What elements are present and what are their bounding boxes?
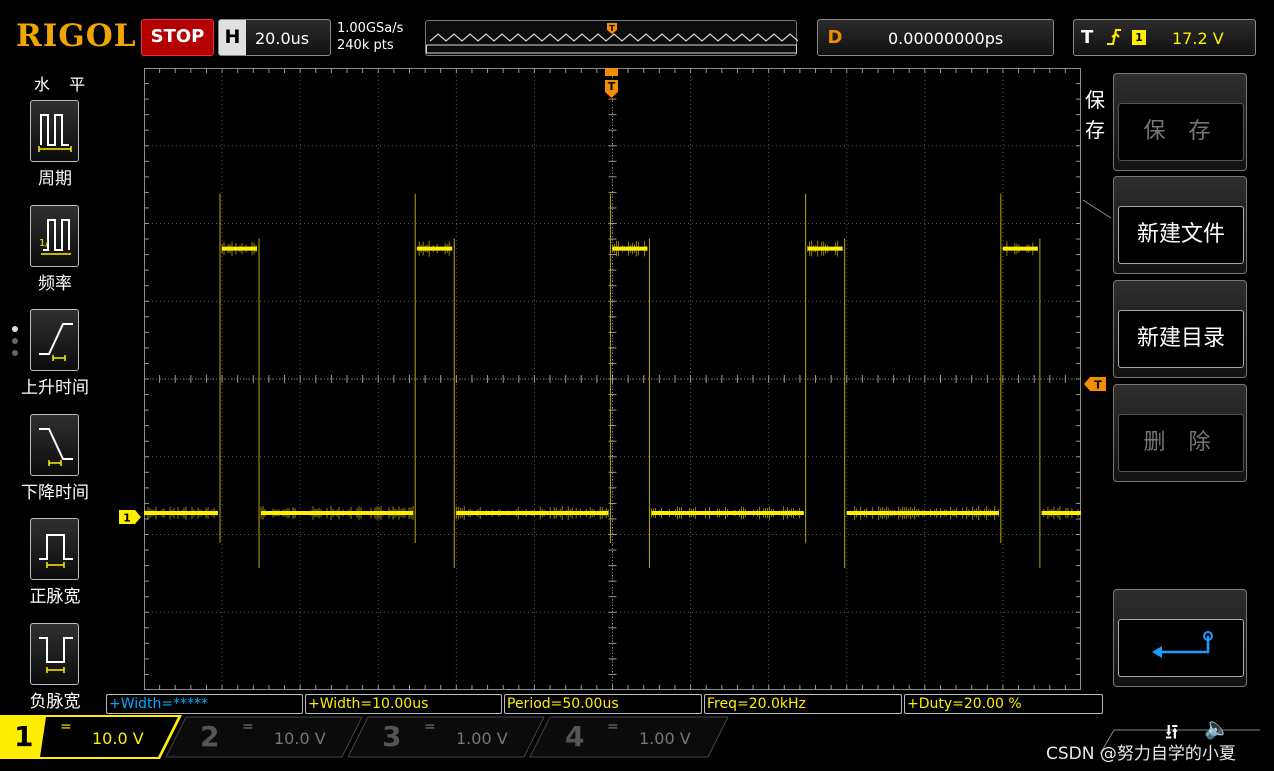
delete-label: 删 除 — [1118, 414, 1244, 472]
channel-3-scale: 1.00 V — [456, 729, 508, 748]
channel-4-scale: 1.00 V — [639, 729, 691, 748]
horizontal-measure-menu: 水 平 周期 1/ 频率 上升时间 下降时间 正脉宽 负脉宽 — [0, 68, 106, 714]
channel-3-coupling: = — [424, 719, 436, 735]
measure-rise-time-label: 上升时间 — [21, 378, 89, 398]
measurement-item[interactable]: +Duty=20.00 % — [904, 694, 1103, 714]
timebase-value: 20.0us — [255, 29, 310, 48]
top-status-bar: RIGOL STOP H 20.0us 1.00GSa/s 240k pts T… — [0, 0, 1274, 68]
menu-tab-fold — [1083, 199, 1112, 219]
save-button-label: 保 存 — [1118, 103, 1244, 161]
return-button[interactable] — [1113, 589, 1247, 687]
channel-3-tab[interactable]: 3 = 1.00 V — [372, 716, 542, 756]
channel-4-number: 4 — [565, 720, 585, 753]
channel-1-offset-marker[interactable]: 1 — [119, 509, 143, 525]
speaker-icon: 🔈 — [1204, 716, 1231, 740]
measurement-item[interactable]: Period=50.00us — [504, 694, 702, 714]
measure-negative-width[interactable]: 负脉宽 — [18, 623, 98, 723]
trigger-settings[interactable]: T 1 17.2 V — [1073, 19, 1256, 56]
svg-text:T: T — [608, 80, 616, 93]
menu-page-indicator — [12, 326, 20, 362]
negative-width-icon — [30, 623, 79, 685]
graticule: T — [143, 67, 1081, 691]
measure-fall-time[interactable]: 下降时间 — [18, 414, 98, 514]
trigger-position-icon[interactable]: T — [605, 68, 618, 98]
svg-text:1: 1 — [123, 512, 131, 525]
channel-1-tab[interactable]: 1 = 10.0 V — [0, 716, 180, 756]
channel-2-number: 2 — [200, 720, 220, 753]
graticule-grid — [143, 67, 1081, 691]
measurement-item[interactable]: +Width=10.00us — [305, 694, 502, 714]
delay-offset[interactable]: D 0.00000000ps — [817, 19, 1054, 56]
channel-1-number: 1 — [14, 720, 34, 753]
channel-1-scale: 10.0 V — [92, 729, 144, 748]
measure-rise-time[interactable]: 上升时间 — [18, 309, 98, 409]
measure-period-label: 周期 — [38, 169, 72, 189]
channel-3-number: 3 — [382, 720, 402, 753]
delete-button: 删 除 — [1113, 384, 1247, 482]
save-button: 保 存 — [1113, 73, 1247, 171]
channel-2-coupling: = — [242, 719, 254, 735]
menu-title: 水 平 — [34, 75, 93, 94]
measure-positive-width[interactable]: 正脉宽 — [18, 518, 98, 618]
channel-2-scale: 10.0 V — [274, 729, 326, 748]
measure-period[interactable]: 周期 — [18, 100, 98, 200]
period-icon — [30, 100, 79, 162]
measurement-item[interactable]: Freq=20.0kHz — [704, 694, 902, 714]
watermark: CSDN @努力自学的小夏 — [1046, 744, 1236, 764]
rising-edge-icon — [1105, 20, 1123, 68]
fall-time-icon — [30, 414, 79, 476]
run-stop-indicator[interactable]: STOP — [141, 19, 214, 56]
return-arrow-icon — [1118, 619, 1244, 677]
measure-positive-width-label: 正脉宽 — [29, 587, 81, 607]
memory-trigger-icon: T — [607, 23, 617, 34]
acquisition-info: 1.00GSa/s 240k pts — [337, 20, 403, 54]
delay-key: D — [827, 27, 843, 48]
channel-4-coupling: = — [607, 719, 619, 735]
trigger-source: 1 — [1132, 30, 1146, 45]
measurement-item[interactable]: +Width=***** — [106, 694, 303, 714]
new-file-button[interactable]: 新建文件 — [1113, 176, 1247, 274]
positive-width-icon — [30, 518, 79, 580]
measure-frequency[interactable]: 1/ 频率 — [18, 205, 98, 305]
memory-overview: T — [425, 20, 799, 56]
channel-bar: 1 = 10.0 V 2 = 10.0 V 3 = 1.00 V 4 = 1.0… — [0, 714, 1274, 771]
new-folder-button[interactable]: 新建目录 — [1113, 280, 1247, 378]
new-folder-label: 新建目录 — [1118, 310, 1244, 368]
rise-time-icon — [30, 309, 79, 371]
save-menu: 保 存 保 存 新建文件 新建目录 删 除 — [1083, 68, 1274, 714]
sample-rate: 1.00GSa/s — [337, 21, 404, 36]
delay-value: 0.00000000ps — [888, 29, 1004, 48]
measure-frequency-label: 频率 — [38, 274, 72, 294]
channel-2-tab[interactable]: 2 = 10.0 V — [190, 716, 360, 756]
channel-4-tab[interactable]: 4 = 1.00 V — [555, 716, 725, 756]
measurement-bar: +Width=***** +Width=10.00us Period=50.00… — [106, 694, 1106, 714]
new-file-label: 新建文件 — [1118, 206, 1244, 264]
rigol-logo: RIGOL — [16, 18, 137, 54]
svg-text:T: T — [609, 24, 615, 33]
svg-text:1/: 1/ — [39, 238, 49, 249]
trigger-level: 17.2 V — [1172, 29, 1224, 48]
trigger-key: T — [1081, 27, 1094, 48]
waveform-display[interactable]: T — [143, 67, 1081, 691]
measure-fall-time-label: 下降时间 — [21, 483, 89, 503]
channel-1-coupling: = — [60, 719, 72, 735]
memory-depth: 240k pts — [337, 38, 394, 53]
frequency-icon: 1/ — [30, 205, 79, 267]
horizontal-timebase[interactable]: H 20.0us — [218, 19, 331, 56]
horizontal-key: H — [219, 20, 246, 55]
memory-overview-waveform: T — [426, 23, 799, 54]
measure-negative-width-label: 负脉宽 — [29, 692, 81, 712]
